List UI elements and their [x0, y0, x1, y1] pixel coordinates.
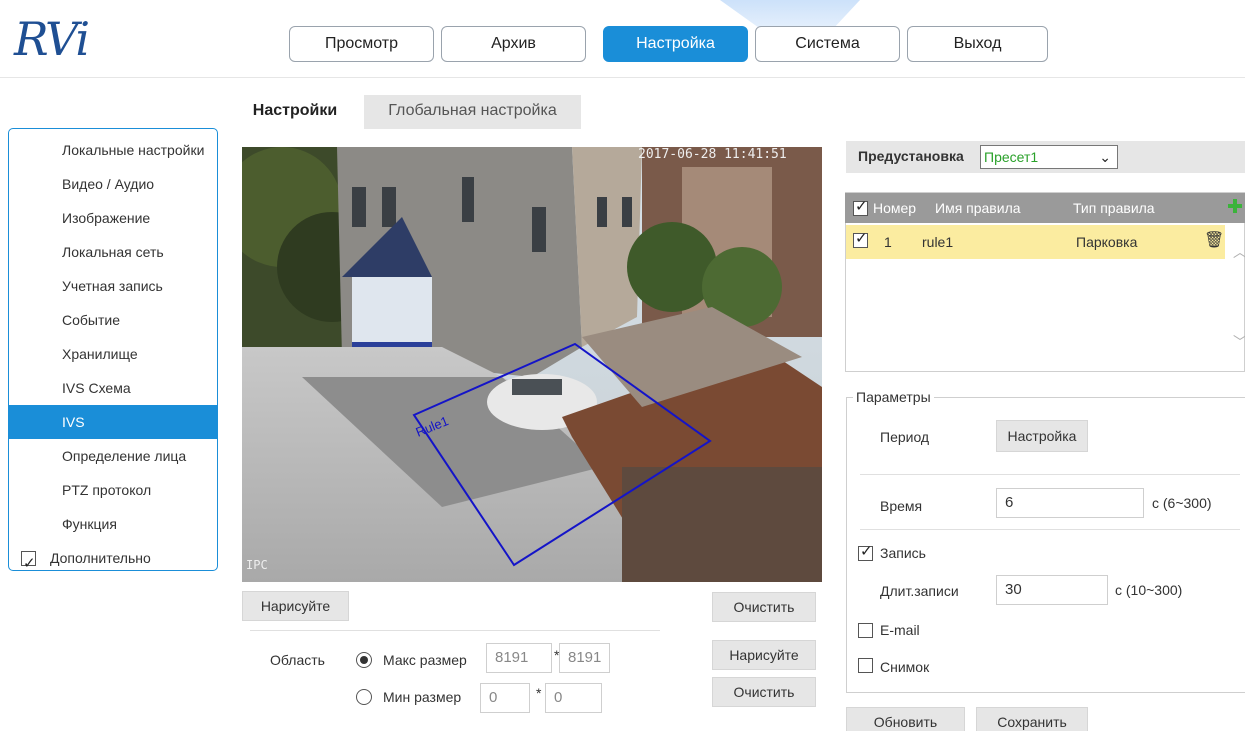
- preset-select-value: Пресет1: [984, 149, 1039, 165]
- draw-size-button[interactable]: Нарисуйте: [712, 640, 816, 670]
- tab-settings[interactable]: Настройки: [235, 95, 355, 129]
- col-rule-name: Имя правила: [935, 200, 1021, 216]
- table-row[interactable]: 1 rule1 Парковка 🗑: [846, 225, 1225, 259]
- min-size-radio[interactable]: [356, 689, 372, 705]
- rule-name: rule1: [922, 234, 954, 250]
- max-width-input[interactable]: 8191: [486, 643, 552, 673]
- sidebar-item-account[interactable]: Учетная запись: [9, 269, 217, 303]
- nav-system-button[interactable]: Система: [755, 26, 900, 62]
- video-timestamp: 2017-06-28 11:41:51: [638, 147, 787, 162]
- col-rule-type: Тип правила: [1073, 200, 1155, 216]
- snapshot-checkbox[interactable]: [858, 658, 873, 673]
- chevron-down-icon: ⌄: [1099, 149, 1111, 165]
- nav-view-button[interactable]: Просмотр: [289, 26, 434, 62]
- sidebar-item-ptz-protocol[interactable]: PTZ протокол: [9, 473, 217, 507]
- sidebar-item-video-audio[interactable]: Видео / Аудио: [9, 167, 217, 201]
- min-separator: *: [536, 685, 542, 701]
- clear-rule-button[interactable]: Очистить: [712, 592, 816, 622]
- record-duration-label: Длит.записи: [880, 583, 959, 599]
- time-unit: c (6~300): [1152, 495, 1212, 511]
- max-height-input[interactable]: 8191: [559, 643, 610, 673]
- nav-settings-button[interactable]: Настройка: [603, 26, 748, 62]
- draw-rule-button[interactable]: Нарисуйте: [242, 591, 349, 621]
- params-legend: Параметры: [853, 389, 934, 405]
- area-label: Область: [270, 652, 325, 668]
- sidebar-item-face-detection[interactable]: Определение лица: [9, 439, 217, 473]
- scroll-up-icon[interactable]: ︿: [1233, 242, 1245, 262]
- sidebar-item-local-settings[interactable]: Локальные настройки: [9, 133, 217, 167]
- snapshot-label: Снимок: [880, 659, 930, 675]
- tab-global-settings[interactable]: Глобальная настройка: [364, 95, 581, 129]
- min-size-label: Мин размер: [383, 689, 462, 705]
- min-height-input[interactable]: 0: [545, 683, 602, 713]
- record-label: Запись: [880, 545, 926, 561]
- time-divider: [860, 529, 1240, 530]
- advanced-checkbox[interactable]: [21, 547, 36, 581]
- scroll-down-icon[interactable]: ﹀: [1233, 332, 1245, 352]
- clear-size-button[interactable]: Очистить: [712, 677, 816, 707]
- sidebar-item-event[interactable]: Событие: [9, 303, 217, 337]
- delete-rule-icon[interactable]: 🗑: [1204, 230, 1224, 250]
- email-label: E-mail: [880, 622, 920, 638]
- rule-row-checkbox[interactable]: [853, 229, 868, 248]
- rule-type: Парковка: [1076, 234, 1138, 250]
- sidebar: Локальные настройки Видео / Аудио Изобра…: [8, 128, 218, 581]
- video-preview[interactable]: Rule1: [242, 147, 822, 582]
- camera-scene: Rule1: [242, 147, 822, 582]
- sidebar-item-storage[interactable]: Хранилище: [9, 337, 217, 371]
- record-duration-unit: c (10~300): [1115, 582, 1183, 598]
- sidebar-item-network[interactable]: Локальная сеть: [9, 235, 217, 269]
- email-checkbox[interactable]: [858, 623, 873, 638]
- rules-table-header: Номер Имя правила Тип правила: [845, 193, 1245, 223]
- refresh-button[interactable]: Обновить: [846, 707, 965, 731]
- draw-divider: [250, 630, 660, 631]
- preset-select[interactable]: Пресет1 ⌄: [980, 145, 1118, 169]
- min-width-input[interactable]: 0: [480, 683, 530, 713]
- sidebar-item-image[interactable]: Изображение: [9, 201, 217, 235]
- nav-archive-button[interactable]: Архив: [441, 26, 586, 62]
- rule-number: 1: [884, 234, 892, 250]
- sidebar-item-function[interactable]: Функция: [9, 507, 217, 541]
- header-divider: [0, 77, 1245, 78]
- advanced-label: Дополнительно: [50, 550, 151, 566]
- nav-exit-button[interactable]: Выход: [907, 26, 1048, 62]
- time-label: Время: [880, 498, 923, 514]
- time-input[interactable]: 6: [996, 488, 1144, 518]
- max-size-radio[interactable]: [356, 652, 372, 668]
- rules-select-all-checkbox[interactable]: [853, 197, 868, 216]
- logo: RVi: [14, 12, 90, 66]
- preset-label: Предустановка: [858, 148, 964, 164]
- record-checkbox[interactable]: [858, 542, 873, 561]
- video-camera-name: IPC: [246, 558, 268, 572]
- period-settings-button[interactable]: Настройка: [996, 420, 1088, 452]
- period-label: Период: [880, 429, 930, 445]
- col-number: Номер: [873, 200, 917, 216]
- sidebar-item-ivs[interactable]: IVS: [9, 405, 217, 439]
- max-size-label: Макс размер: [383, 652, 467, 668]
- record-duration-input[interactable]: 30: [996, 575, 1108, 605]
- save-button[interactable]: Сохранить: [976, 707, 1088, 731]
- period-divider: [860, 474, 1240, 475]
- add-rule-icon[interactable]: [1228, 199, 1242, 213]
- sidebar-item-advanced[interactable]: Дополнительно: [9, 541, 217, 581]
- sidebar-item-ivs-scheme[interactable]: IVS Схема: [9, 371, 217, 405]
